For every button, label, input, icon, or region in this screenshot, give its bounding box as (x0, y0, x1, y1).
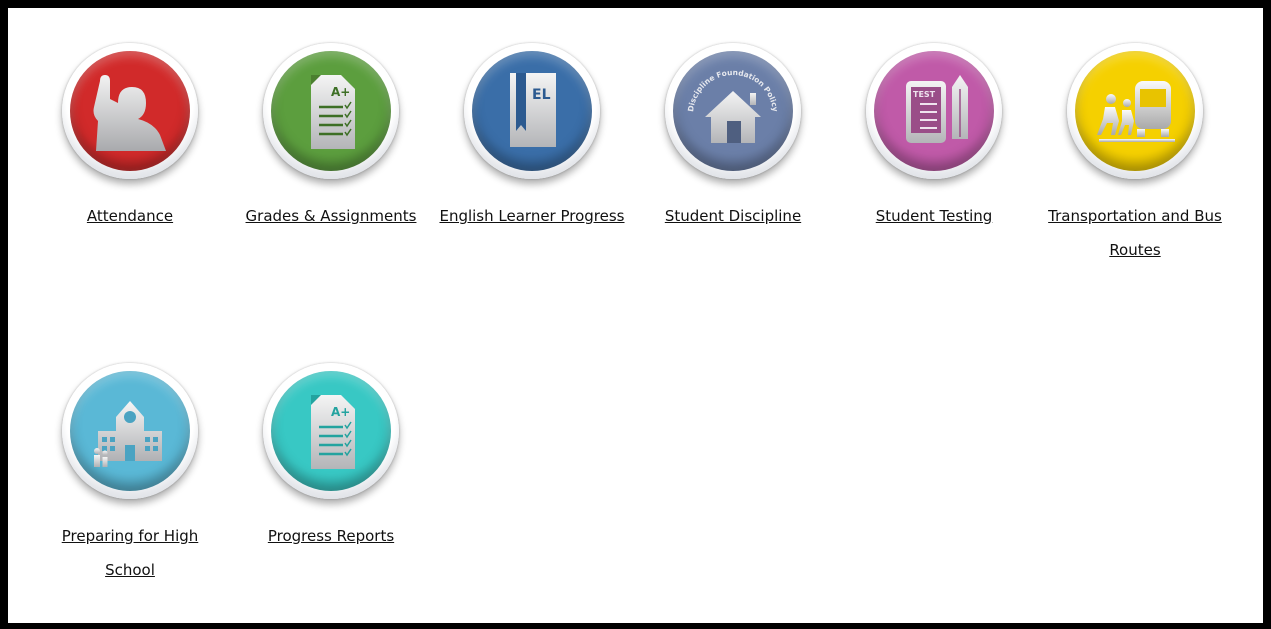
svg-text:TEST: TEST (913, 90, 936, 99)
el-book-icon: EL (510, 73, 556, 147)
test-tablet-pencil-icon: TEST (906, 75, 968, 143)
student-discipline-disc: Discipline Foundation Policy (673, 51, 793, 171)
grades-button[interactable]: A+ (263, 43, 399, 179)
tile-label[interactable]: Attendance (35, 199, 225, 233)
person-raising-hand-icon (93, 75, 166, 151)
student-discipline-button[interactable]: Discipline Foundation Policy (665, 43, 801, 179)
tile-label[interactable]: Grades & Assignments (236, 199, 426, 233)
english-learner-disc: EL (472, 51, 592, 171)
grades-disc: A+ (271, 51, 391, 171)
student-testing-disc: TEST (874, 51, 994, 171)
preparing-high-school-disc (70, 371, 190, 491)
svg-text:A+: A+ (331, 85, 350, 99)
attendance-button[interactable] (62, 43, 198, 179)
attendance-disc (70, 51, 190, 171)
school-building-icon (94, 401, 162, 467)
svg-text:A+: A+ (331, 405, 350, 419)
graded-paper-icon: A+ (311, 75, 355, 149)
transportation-button[interactable] (1067, 43, 1203, 179)
student-testing-button[interactable]: TEST (866, 43, 1002, 179)
tile-label[interactable]: English Learner Progress (437, 199, 627, 233)
progress-reports-disc: A+ (271, 371, 391, 491)
tile-label[interactable]: Student Testing (839, 199, 1029, 233)
transportation-disc (1075, 51, 1195, 171)
tile-label[interactable]: Transportation and Bus Routes (1040, 199, 1230, 267)
tile-label[interactable]: Student Discipline (638, 199, 828, 233)
children-bus-icon (1097, 81, 1175, 142)
tile-label[interactable]: Progress Reports (236, 519, 426, 553)
content-frame: Attendance A+ Grades & Assignments EL En… (8, 8, 1263, 623)
english-learner-button[interactable]: EL (464, 43, 600, 179)
progress-reports-button[interactable]: A+ (263, 363, 399, 499)
preparing-high-school-button[interactable] (62, 363, 198, 499)
graded-paper-icon: A+ (311, 395, 355, 469)
house-icon: Discipline Foundation Policy (686, 68, 780, 143)
tile-label[interactable]: Preparing for High School (35, 519, 225, 587)
svg-text:EL: EL (532, 87, 551, 103)
